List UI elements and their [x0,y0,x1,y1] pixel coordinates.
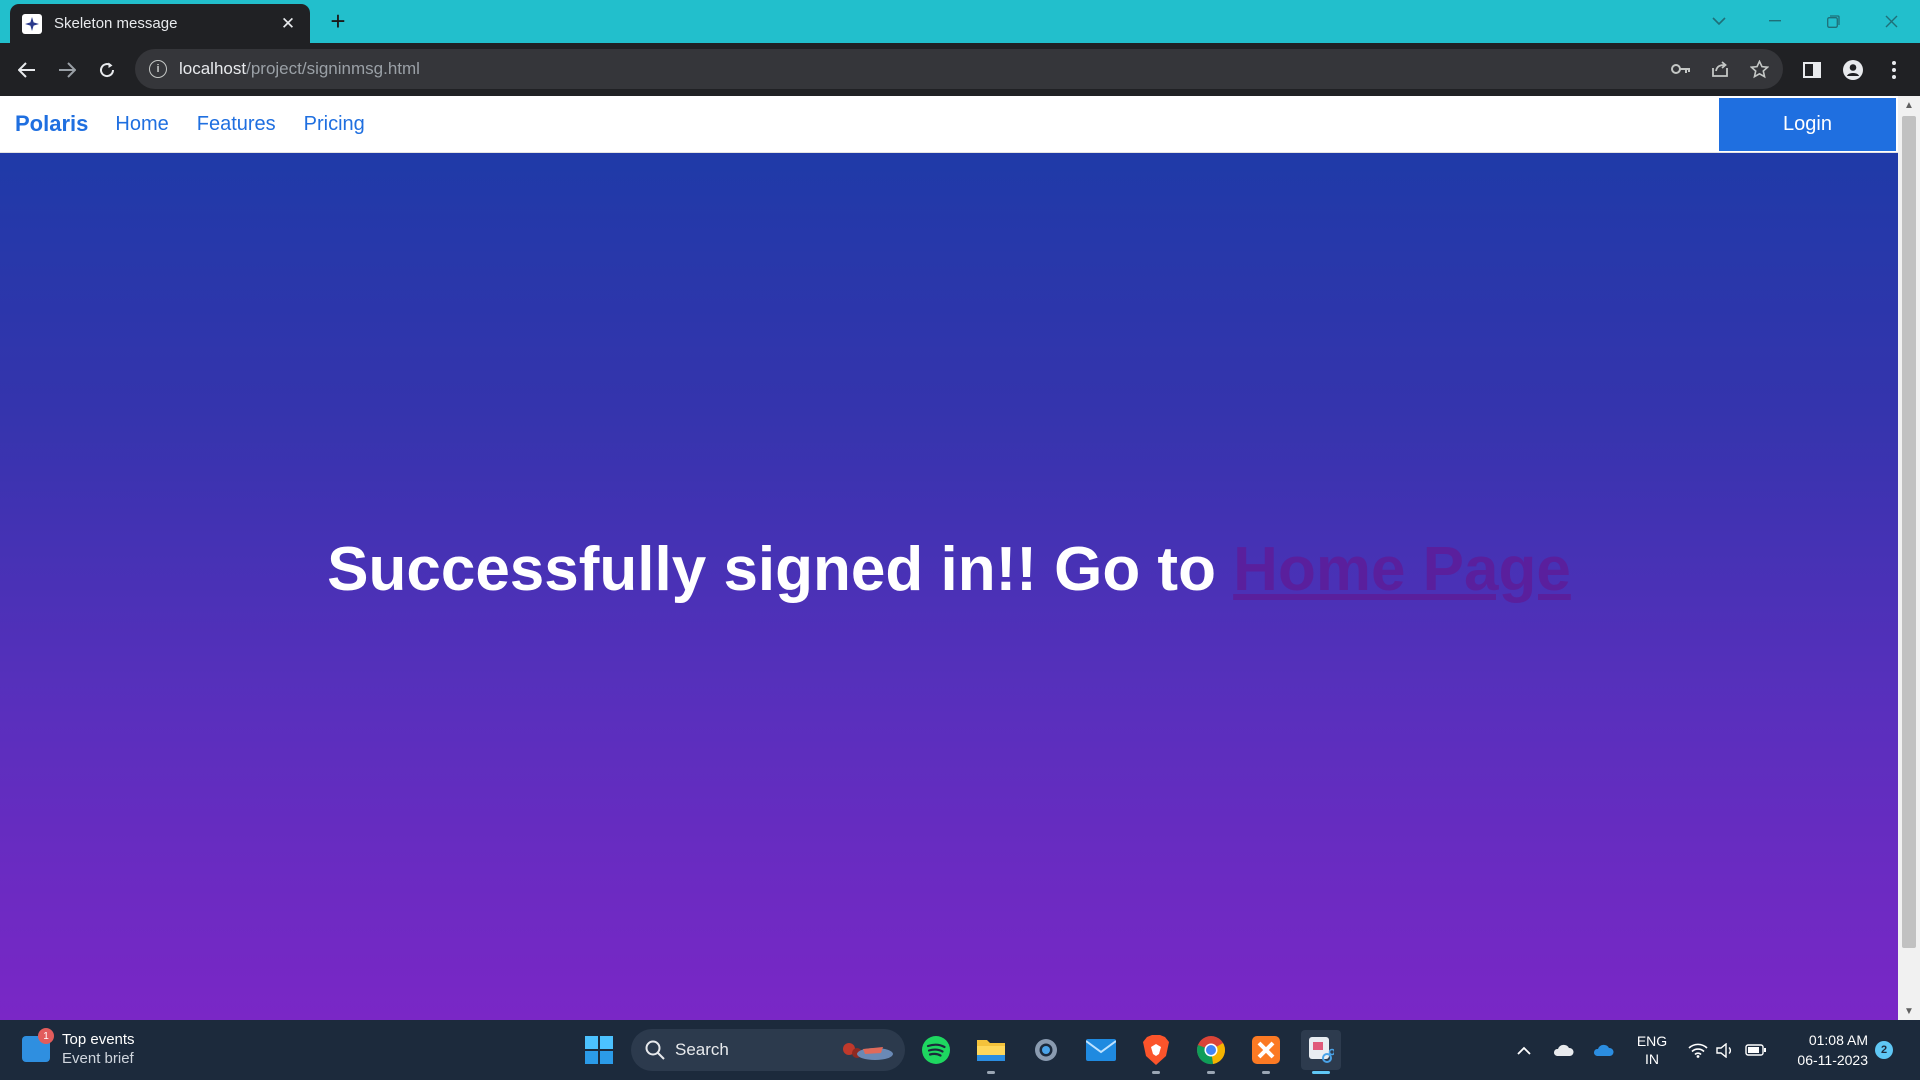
running-indicator [1262,1071,1270,1074]
clock-date: 06-11-2023 [1797,1052,1868,1068]
search-highlight-icon [839,1035,895,1065]
running-indicator [987,1071,995,1074]
close-window-icon[interactable] [1874,6,1908,36]
bookmark-star-icon[interactable] [1743,49,1775,89]
url-host: localhost [179,59,247,78]
menu-kebab-icon[interactable] [1879,55,1909,85]
reload-icon[interactable] [92,55,122,85]
wifi-icon[interactable] [1686,1034,1710,1066]
mail-app-icon[interactable] [1081,1030,1121,1070]
browser-tab[interactable]: Skeleton message ✕ [10,4,310,43]
browser-tab-strip: Skeleton message ✕ + [0,0,1920,43]
widgets-button[interactable]: 1 Top events Event brief [22,1028,135,1068]
home-page-link[interactable]: Home Page [1233,535,1571,604]
onedrive-personal-icon[interactable] [1549,1034,1577,1066]
widget-title: Top events [62,1031,135,1048]
profile-icon[interactable] [1838,55,1868,85]
signin-success-message: Successfully signed in!! Go to Home Page [327,534,1571,605]
close-tab-icon[interactable]: ✕ [278,14,298,34]
xampp-app-icon[interactable] [1246,1030,1286,1074]
scrollbar-thumb[interactable] [1902,116,1916,948]
minimize-icon[interactable] [1758,6,1792,36]
scroll-down-icon[interactable]: ▼ [1898,1002,1920,1020]
language-label: ENG [1636,1033,1668,1049]
nav-link-pricing[interactable]: Pricing [304,113,365,136]
key-icon[interactable] [1665,49,1697,89]
page-scrollbar[interactable]: ▲ ▼ [1898,96,1920,1020]
widgets-icon: 1 [22,1028,54,1062]
running-indicator [1312,1071,1330,1074]
chevron-up-icon[interactable] [1512,1034,1536,1066]
notification-badge[interactable]: 2 [1875,1041,1893,1059]
login-button[interactable]: Login [1719,98,1896,151]
search-label: Search [675,1040,729,1059]
widget-badge: 1 [38,1028,54,1044]
brave-browser-icon[interactable] [1136,1030,1176,1074]
tab-title: Skeleton message [54,15,178,32]
language-indicator[interactable]: ENG IN [1630,1030,1674,1070]
battery-icon[interactable] [1744,1034,1768,1066]
hero-section: Successfully signed in!! Go to Home Page [0,153,1898,1020]
back-icon[interactable] [12,55,42,85]
page-viewport: Polaris Home Features Pricing Login Succ… [0,96,1920,1020]
start-button[interactable] [579,1030,619,1070]
scroll-up-icon[interactable]: ▲ [1898,96,1920,114]
settings-app-icon[interactable] [1026,1030,1066,1070]
region-label: IN [1645,1051,1659,1067]
nav-link-home[interactable]: Home [115,113,168,136]
volume-icon[interactable] [1713,1034,1737,1066]
onedrive-icon[interactable] [1589,1034,1617,1066]
site-navbar: Polaris Home Features Pricing Login [0,96,1898,153]
address-bar[interactable]: i localhost/project/signinmsg.html [135,49,1783,89]
tab-search-icon[interactable] [1702,6,1736,36]
hero-message-text: Successfully signed in!! Go to [327,535,1234,604]
side-panel-icon[interactable] [1797,55,1827,85]
running-indicator [1207,1071,1215,1074]
system-clock[interactable]: 01:08 AM 06-11-2023 [1770,1030,1868,1070]
restore-icon[interactable] [1816,6,1850,36]
search-icon [645,1040,665,1060]
clock-time: 01:08 AM [1808,1032,1868,1048]
windows-taskbar: 1 Top events Event brief Search ENG IN 0… [0,1020,1920,1080]
browser-toolbar: i localhost/project/signinmsg.html [0,43,1920,96]
forward-icon[interactable] [52,55,82,85]
snipping-tool-icon[interactable] [1301,1030,1341,1074]
running-indicator [1152,1071,1160,1074]
chrome-browser-icon[interactable] [1191,1030,1231,1074]
widget-subtitle: Event brief [62,1050,134,1067]
spotify-app-icon[interactable] [916,1030,956,1070]
site-info-icon[interactable]: i [149,60,167,78]
url-path: /project/signinmsg.html [246,59,420,78]
brand-logo[interactable]: Polaris [15,111,88,137]
new-tab-button[interactable]: + [324,8,352,36]
page-favicon-icon [22,13,42,34]
share-icon[interactable] [1704,49,1736,89]
taskbar-search[interactable]: Search [631,1029,905,1071]
nav-link-features[interactable]: Features [197,113,276,136]
file-explorer-icon[interactable] [971,1030,1011,1074]
